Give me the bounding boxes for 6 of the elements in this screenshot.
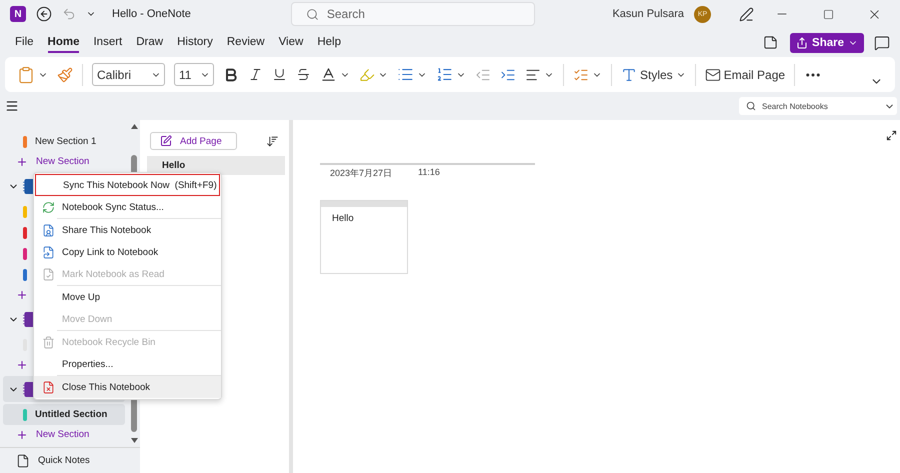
page-time: 11:16 [418,167,440,179]
page-date: 2023年7月27日 [330,167,392,180]
note-text: Hello [331,212,355,226]
window-title: Hello - OneNote [112,8,191,20]
user-name: Kasun Pulsara [612,8,684,20]
app-logo: N [10,6,26,22]
